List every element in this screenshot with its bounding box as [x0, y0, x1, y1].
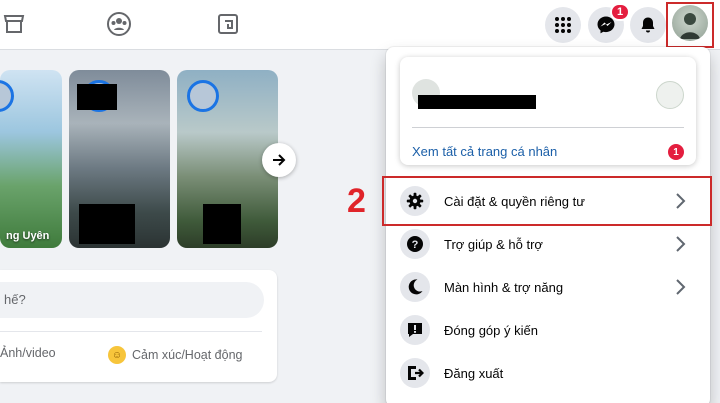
smiley-icon: ☺ — [108, 346, 126, 364]
feedback-icon — [400, 315, 430, 345]
help-icon: ? — [400, 229, 430, 259]
menu-item-label: Màn hình & trợ năng — [444, 279, 564, 295]
menu-item-label: Đóng góp ý kiến — [444, 322, 538, 338]
redaction-block — [203, 204, 241, 244]
chevron-right-icon — [676, 236, 686, 252]
chevron-right-icon — [676, 279, 686, 295]
marketplace-icon[interactable] — [0, 10, 28, 38]
menu-item-help-support[interactable]: ? Trợ giúp & hỗ trợ — [394, 224, 704, 264]
feeling-activity-label: Cảm xúc/Hoạt động — [132, 348, 243, 362]
profile-card[interactable]: Xem tất cả trang cá nhân 1 — [400, 57, 696, 165]
redaction-block — [77, 84, 117, 110]
post-composer: hế? Ảnh/video ☺ Cảm xúc/Hoạt động — [0, 270, 277, 382]
menu-grid-icon — [555, 17, 571, 33]
photo-video-button[interactable]: Ảnh/video — [0, 346, 56, 360]
menu-grid-button[interactable] — [545, 7, 581, 43]
story-author: ng Uyên — [6, 230, 50, 242]
profiles-badge: 1 — [668, 144, 684, 160]
composer-input[interactable]: hế? — [0, 282, 264, 318]
menu-item-label: Đăng xuất — [444, 365, 504, 381]
switch-profile-icon[interactable] — [656, 81, 684, 109]
menu-item-give-feedback[interactable]: Đóng góp ý kiến — [394, 310, 704, 350]
story-avatar — [187, 80, 219, 112]
profile-card-divider — [412, 127, 684, 128]
messenger-badge: 1 — [610, 3, 630, 21]
story-avatar — [0, 80, 14, 112]
see-all-profiles-link[interactable]: Xem tất cả trang cá nhân — [412, 144, 557, 159]
story-card[interactable]: ng Uyên — [0, 70, 62, 248]
annotation-number-2: 2 — [347, 182, 366, 220]
redaction-block — [79, 204, 135, 244]
top-navigation-bar: 1 — [0, 0, 720, 50]
notifications-bell-icon — [641, 17, 655, 33]
stories-next-button[interactable] — [262, 143, 296, 177]
story-card[interactable] — [69, 70, 170, 248]
photo-video-label: Ảnh/video — [0, 346, 56, 360]
redacted-profile-name — [418, 95, 536, 109]
menu-item-display-accessibility[interactable]: Màn hình & trợ năng — [394, 267, 704, 307]
arrow-right-icon — [273, 154, 286, 166]
logout-icon — [400, 358, 430, 388]
moon-icon — [400, 272, 430, 302]
annotation-box-settings — [382, 176, 712, 226]
composer-divider — [0, 331, 262, 332]
annotation-box-avatar — [666, 2, 714, 48]
groups-icon[interactable] — [105, 10, 133, 38]
feeling-activity-button[interactable]: ☺ Cảm xúc/Hoạt động — [108, 346, 242, 364]
menu-item-log-out[interactable]: Đăng xuất — [394, 353, 704, 393]
notifications-button[interactable] — [630, 7, 666, 43]
menu-item-label: Trợ giúp & hỗ trợ — [444, 236, 543, 252]
gaming-icon[interactable] — [214, 10, 242, 38]
svg-text:?: ? — [412, 239, 419, 251]
